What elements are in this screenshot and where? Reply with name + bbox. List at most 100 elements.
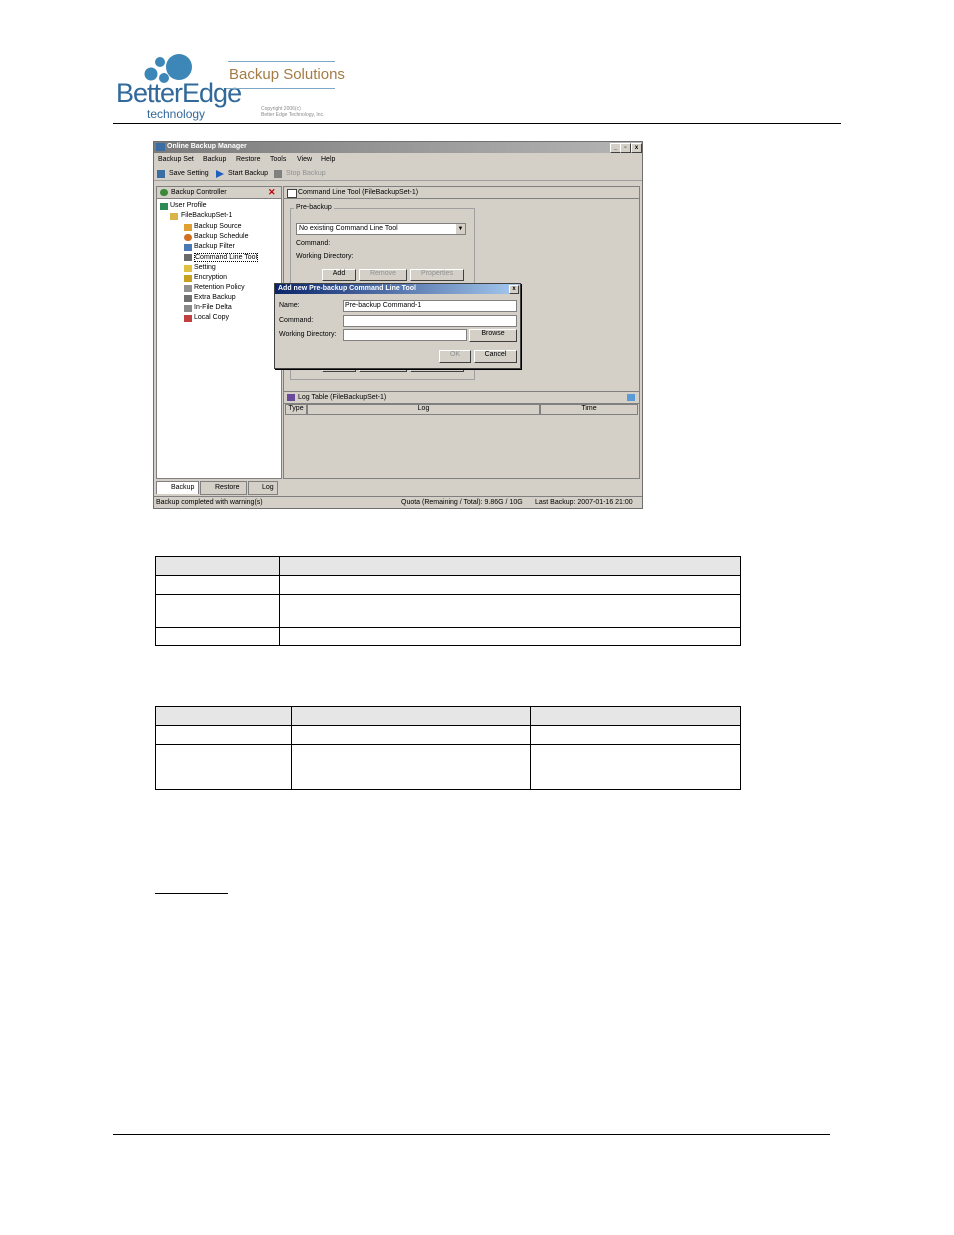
pre-backup-title: Pre-backup <box>294 204 334 211</box>
dialog-name-input[interactable]: Pre-backup Command-1 <box>343 300 517 312</box>
dialog-command-label: Command: <box>279 317 314 324</box>
table-cell <box>155 594 280 628</box>
log-col-time[interactable]: Time <box>540 404 638 415</box>
tree-backup-filter[interactable]: Backup Filter <box>194 243 235 250</box>
dialog-title: Add new Pre-backup Command Line Tool <box>278 285 416 292</box>
tagline: Backup Solutions <box>229 66 345 83</box>
dialog-command-input[interactable] <box>343 315 517 327</box>
table-cell <box>279 556 741 576</box>
table-cell <box>155 725 292 745</box>
window-title: Online Backup Manager <box>167 143 247 150</box>
dialog-titlebar: Add new Pre-backup Command Line Tool x <box>275 284 520 294</box>
tree-retention-policy[interactable]: Retention Policy <box>194 284 245 291</box>
tree-extra-backup[interactable]: Extra Backup <box>194 294 236 301</box>
app-icon <box>156 143 165 151</box>
tree-backup-source[interactable]: Backup Source <box>194 223 241 230</box>
stop-backup-button[interactable]: Stop Backup <box>286 170 326 177</box>
log-table-title: Log Table (FileBackupSet-1) <box>298 394 387 401</box>
combo-value: No existing Command Line Tool <box>299 225 398 232</box>
status-bar: Backup completed with warning(s) Quota (… <box>154 496 642 508</box>
add-button[interactable]: Add <box>322 269 356 281</box>
tree-user-profile[interactable]: User Profile <box>170 202 207 209</box>
tree-filebackupset[interactable]: FileBackupSet-1 <box>181 212 232 219</box>
status-quota: Quota (Remaining / Total): 9.86G / 10G <box>401 499 523 506</box>
log-col-type[interactable]: Type <box>285 404 307 415</box>
tree-encryption[interactable]: Encryption <box>194 274 227 281</box>
properties-button[interactable]: Properties <box>410 269 464 281</box>
copyright-line2: Better Edge Technology, Inc. <box>261 112 325 118</box>
table-cell <box>291 725 531 745</box>
table-cell <box>155 706 292 726</box>
brand-name: BetterEdge <box>116 78 242 108</box>
table-cell <box>291 744 531 790</box>
user-profile-icon <box>160 203 168 210</box>
menu-backup-set[interactable]: Backup Set <box>158 156 194 163</box>
table-cell <box>530 725 741 745</box>
status-last-backup: Last Backup: 2007-01-16 21:00 <box>535 499 633 506</box>
save-setting-button[interactable]: Save Setting <box>169 170 209 177</box>
dialog-cancel-button[interactable]: Cancel <box>474 350 517 363</box>
table-cell <box>155 744 292 790</box>
tab-backup[interactable]: Backup <box>156 481 199 494</box>
command-line-tool-select[interactable]: No existing Command Line Tool ▼ <box>296 223 466 235</box>
dialog-ok-button[interactable]: OK <box>439 350 471 363</box>
tagline-top-rule <box>228 61 335 62</box>
table-cell <box>530 706 741 726</box>
add-command-line-tool-dialog: Add new Pre-backup Command Line Tool x N… <box>274 283 521 369</box>
log-grid: Type Log Time <box>285 404 638 477</box>
table-cell <box>291 706 531 726</box>
backup-controller-title: Backup Controller <box>171 189 227 196</box>
close-button[interactable]: x <box>631 143 642 153</box>
backup-source-icon <box>184 224 192 231</box>
table-cell <box>155 575 280 595</box>
tree-local-copy[interactable]: Local Copy <box>194 314 229 321</box>
footer-rule <box>113 1134 830 1135</box>
working-directory-label: Working Directory: <box>296 253 354 260</box>
status-message: Backup completed with warning(s) <box>156 499 263 506</box>
toolbar: Save Setting Start Backup Stop Backup <box>154 167 642 181</box>
table-cell <box>279 594 741 628</box>
dialog-close-icon[interactable]: x <box>509 285 519 294</box>
menu-tools[interactable]: Tools <box>270 156 286 163</box>
tab-restore-label: Restore <box>215 484 240 491</box>
remove-set-icon[interactable]: ✕ <box>268 187 276 198</box>
menu-backup[interactable]: Backup <box>203 156 226 163</box>
controller-icon <box>160 189 168 196</box>
command-line-icon <box>184 254 192 261</box>
menu-help[interactable]: Help <box>321 156 335 163</box>
local-copy-icon <box>184 315 192 322</box>
dialog-working-dir-label: Working Directory: <box>279 331 337 338</box>
tab-log[interactable]: Log <box>248 481 278 495</box>
table-cell <box>530 744 741 790</box>
tagline-bottom-rule <box>226 88 335 89</box>
refresh-icon[interactable] <box>627 394 635 401</box>
tree-in-file-delta[interactable]: In-File Delta <box>194 304 232 311</box>
tree-setting[interactable]: Setting <box>194 264 216 271</box>
brand-sub: technology <box>147 107 206 121</box>
clock-icon <box>184 234 192 241</box>
dialog-name-value: Pre-backup Command-1 <box>345 302 422 309</box>
save-icon <box>157 170 165 178</box>
maximize-button[interactable]: ▫ <box>620 143 631 153</box>
header-rule <box>113 123 841 124</box>
stop-icon <box>274 170 282 178</box>
retention-icon <box>184 285 192 292</box>
tree-command-line-tool[interactable]: Command Line Tool <box>194 253 259 262</box>
tab-restore[interactable]: Restore <box>200 481 247 495</box>
backup-controller-pane: Backup Controller ✕ User Profile FileBac… <box>156 186 282 479</box>
start-backup-button[interactable]: Start Backup <box>228 170 268 177</box>
tree-backup-schedule[interactable]: Backup Schedule <box>194 233 248 240</box>
log-table-icon <box>287 394 295 401</box>
menu-view[interactable]: View <box>297 156 312 163</box>
dialog-working-dir-input[interactable] <box>343 329 467 341</box>
log-col-log[interactable]: Log <box>307 404 540 415</box>
chevron-down-icon[interactable]: ▼ <box>456 224 465 234</box>
tab-backup-label: Backup <box>171 484 195 491</box>
menu-restore[interactable]: Restore <box>236 156 261 163</box>
dialog-browse-button[interactable]: Browse <box>469 329 517 342</box>
setting-icon <box>184 265 192 272</box>
copyright: Copyright 2006(c) Better Edge Technology… <box>261 106 324 118</box>
table-cell <box>279 627 741 646</box>
folder-icon <box>170 213 178 220</box>
remove-button[interactable]: Remove <box>359 269 407 281</box>
